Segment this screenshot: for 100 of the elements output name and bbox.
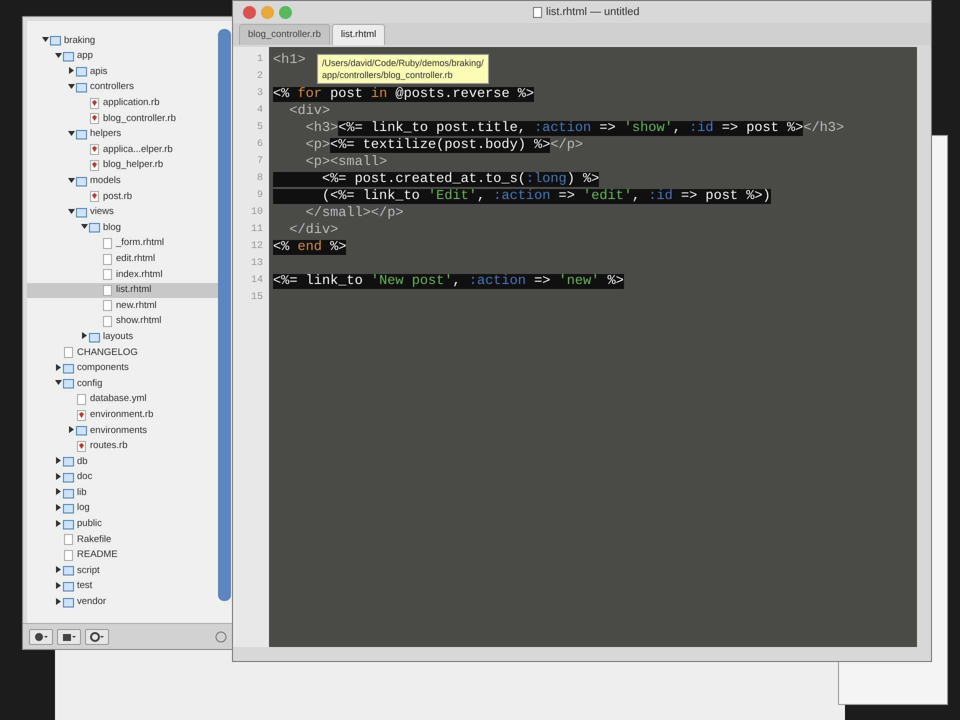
tree-item[interactable]: apis xyxy=(27,64,218,80)
line-number: 11 xyxy=(250,223,264,237)
folder-icon xyxy=(63,596,74,608)
line-number: 3 xyxy=(256,87,264,101)
folder-icon xyxy=(89,222,100,234)
ruby-file-icon xyxy=(89,98,100,109)
file-icon xyxy=(102,284,113,296)
line-number: 4 xyxy=(256,104,264,118)
tree-item[interactable]: views xyxy=(27,204,218,220)
tree-item[interactable]: config xyxy=(27,376,218,392)
folder-icon xyxy=(89,332,100,343)
tree-item[interactable]: edit.rhtml xyxy=(27,251,218,267)
folder-icon xyxy=(63,565,74,576)
tree-item[interactable]: components xyxy=(27,360,218,376)
folder-icon xyxy=(62,632,76,642)
tree-item[interactable]: environment.rb xyxy=(27,407,218,423)
tree-item[interactable]: vendor xyxy=(27,594,218,610)
folder-icon xyxy=(63,362,74,374)
folder-icon xyxy=(76,82,87,94)
folder-icon xyxy=(63,518,74,530)
folder-icon xyxy=(63,488,74,499)
tree-item[interactable]: lib xyxy=(27,485,218,501)
add-button[interactable] xyxy=(29,628,53,644)
folder-icon xyxy=(63,472,74,483)
line-number: 2 xyxy=(256,70,264,84)
file-icon xyxy=(102,254,113,265)
code-line: </small></p> xyxy=(304,205,404,222)
tree-item[interactable]: doc xyxy=(27,470,218,486)
collapsed-arrow-icon[interactable] xyxy=(54,596,63,608)
tree-item[interactable]: test xyxy=(27,578,218,594)
editor-tab[interactable]: blog_controller.rb xyxy=(239,24,330,45)
line-number: 1 xyxy=(256,53,264,67)
file-icon xyxy=(63,550,74,561)
tooltip-text: app/controllers/blog_controller.rb xyxy=(322,69,454,81)
line-number: 5 xyxy=(256,121,264,135)
code-editor[interactable] xyxy=(269,47,917,647)
line-number: 9 xyxy=(256,189,264,203)
gear-button[interactable] xyxy=(85,628,109,644)
tree-item[interactable]: list.rhtml xyxy=(27,282,218,298)
tree-item[interactable]: post.rb xyxy=(27,188,218,205)
tree-item[interactable]: script xyxy=(27,563,218,579)
ruby-file-icon xyxy=(89,191,100,202)
tree-item[interactable]: blog xyxy=(27,220,218,236)
line-number: 10 xyxy=(250,206,264,220)
code-line: <%= link_to 'New post', :action => 'new' %> xyxy=(272,273,624,290)
folder-icon xyxy=(63,378,74,390)
line-number: 8 xyxy=(256,172,264,186)
resize-icon[interactable] xyxy=(215,630,227,642)
tree-item[interactable]: braking xyxy=(27,33,218,49)
tree-item[interactable]: new.rhtml xyxy=(27,298,218,314)
tree-item[interactable]: db xyxy=(27,454,218,470)
code-line: <div> xyxy=(288,103,330,120)
tree-item[interactable]: Rakefile xyxy=(27,532,218,548)
collapsed-arrow-icon[interactable] xyxy=(54,503,63,514)
tree-item[interactable]: CHANGELOG xyxy=(27,344,218,360)
tree-item[interactable]: blog_controller.rb xyxy=(27,110,218,127)
folder-icon xyxy=(76,425,87,436)
collapsed-arrow-icon[interactable] xyxy=(54,581,63,592)
tree-item[interactable]: environments xyxy=(27,422,218,438)
folder-icon xyxy=(76,206,87,218)
code-line: (<%= link_to 'Edit', :action => 'edit', :id => post %>) xyxy=(269,188,771,205)
collapsed-arrow-icon[interactable] xyxy=(54,363,63,374)
editor-tab[interactable]: list.rhtml xyxy=(332,24,386,45)
tree-item[interactable]: application.rb xyxy=(27,95,218,111)
tree-item[interactable]: show.rhtml xyxy=(27,314,218,330)
file-icon xyxy=(102,238,113,250)
file-icon xyxy=(63,347,74,358)
file-icon xyxy=(63,534,74,546)
ruby-file-icon xyxy=(89,113,100,124)
tree-item[interactable]: layouts xyxy=(27,329,218,345)
folder-button[interactable] xyxy=(57,628,81,644)
file-icon xyxy=(76,394,87,405)
tree-item[interactable]: index.rhtml xyxy=(27,266,218,282)
line-number: 13 xyxy=(250,257,264,271)
tree-item[interactable]: app xyxy=(27,48,218,64)
tree-item[interactable]: log xyxy=(27,500,218,516)
tree-item[interactable]: routes.rb xyxy=(27,438,218,454)
collapsed-arrow-icon[interactable] xyxy=(67,425,76,436)
tree-item[interactable]: controllers xyxy=(27,80,218,96)
folder-icon xyxy=(50,35,61,46)
tree-item[interactable]: database.yml xyxy=(27,392,218,408)
line-number: 7 xyxy=(256,155,264,169)
scrollbar-thumb[interactable] xyxy=(218,29,231,601)
collapsed-arrow-icon[interactable] xyxy=(54,472,63,483)
tree-item[interactable]: public xyxy=(27,516,218,532)
tree-item[interactable]: models xyxy=(27,173,218,189)
tree-item[interactable]: README xyxy=(27,548,218,564)
tree-item[interactable]: applica...elper.rb xyxy=(27,142,218,158)
gear-icon xyxy=(90,632,104,642)
tree-item[interactable]: _form.rhtml xyxy=(27,236,218,252)
tree-item[interactable]: helpers xyxy=(27,126,218,142)
ruby-file-icon xyxy=(89,144,100,156)
ruby-file-icon xyxy=(76,410,87,421)
code-line: <% end %> xyxy=(272,239,346,256)
folder-icon xyxy=(63,503,74,514)
collapsed-arrow-icon[interactable] xyxy=(54,518,63,530)
tree-item[interactable]: blog_helper.rb xyxy=(27,158,218,174)
line-number: 12 xyxy=(250,240,264,254)
close-button[interactable] xyxy=(243,6,256,18)
folder-icon xyxy=(63,50,74,62)
